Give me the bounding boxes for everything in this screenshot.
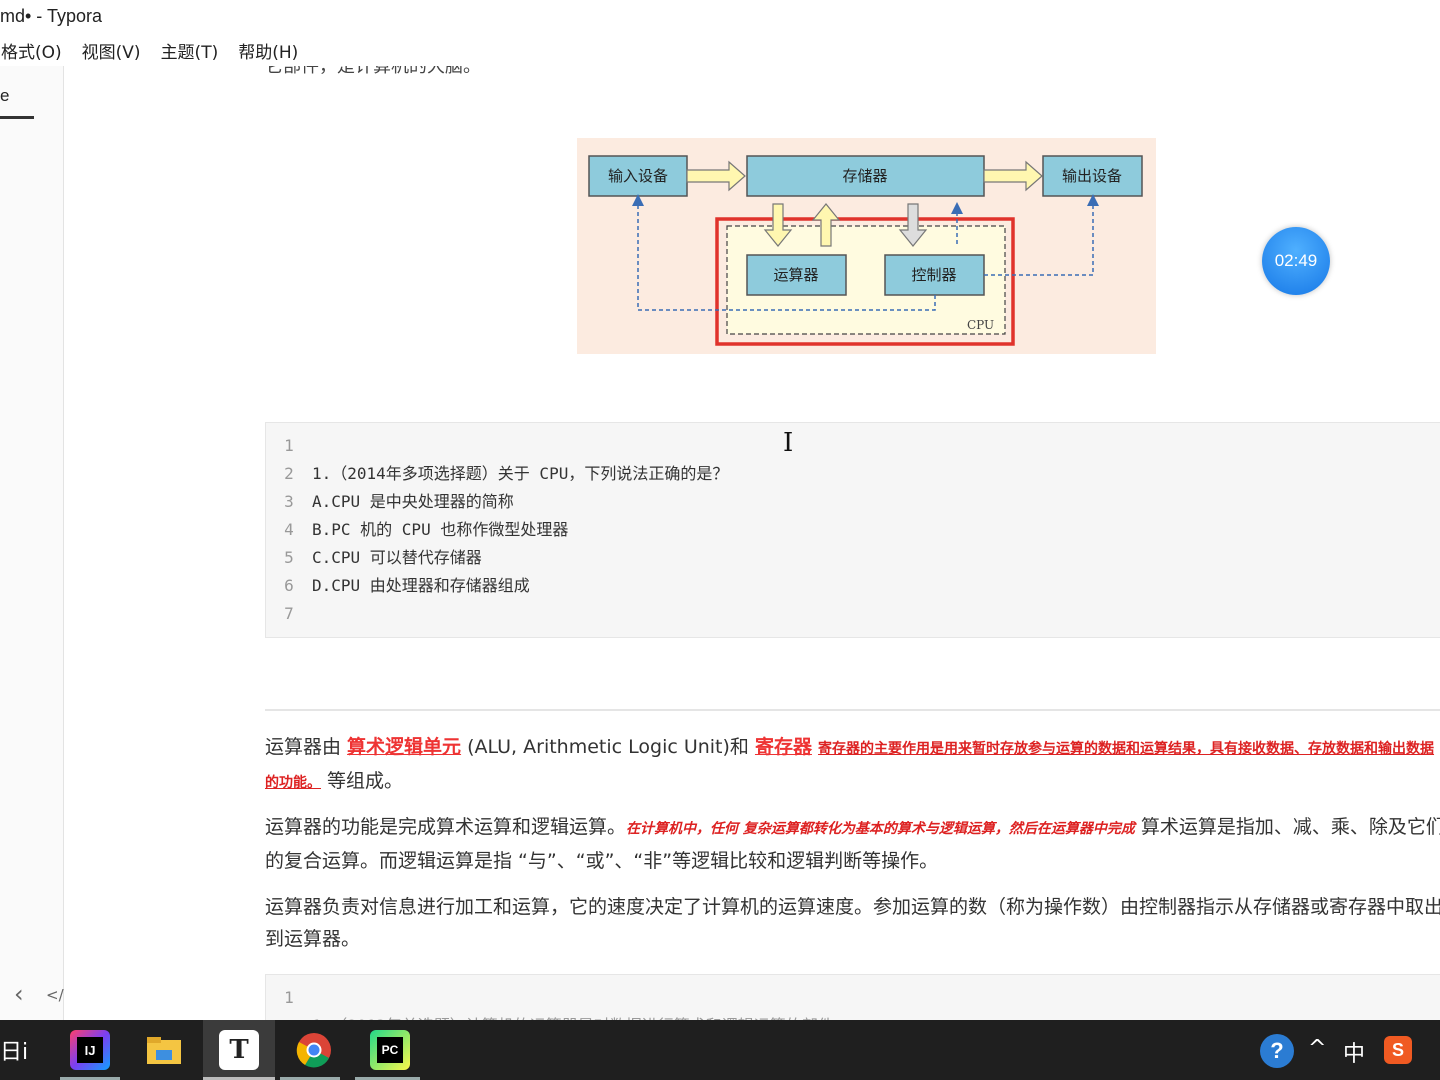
title-bar: md• - Typora bbox=[0, 0, 1440, 36]
typora-icon[interactable]: T bbox=[219, 1030, 259, 1070]
paragraph-alu-speed[interactable]: 运算器负责对信息进行加工和运算，它的速度决定了计算机的运算速度。参加运算的数（称… bbox=[265, 891, 1440, 955]
back-icon[interactable]: ‹ bbox=[14, 980, 24, 1008]
highlight-alu: 算术逻辑单元 bbox=[347, 736, 462, 758]
chrome-icon[interactable] bbox=[294, 1030, 334, 1070]
memory-label: 存储器 bbox=[842, 167, 887, 185]
line-number: 1 bbox=[284, 436, 294, 455]
ime-indicator[interactable]: 中 bbox=[1343, 1036, 1365, 1068]
text-cursor-icon: I bbox=[783, 428, 794, 458]
code-line: 1 bbox=[266, 432, 1440, 460]
computer-architecture-diagram: 输入设备 存储器 输出设备 CPU 运算器 控制器 bbox=[577, 138, 1156, 354]
code-line: 2 1.（2014年多项选择题）关于 CPU，下列说法正确的是？ bbox=[266, 460, 1440, 488]
menu-help[interactable]: 帮助(H) bbox=[237, 38, 299, 64]
code-line: 6 D.CPU 由处理器和存储器组成 bbox=[266, 572, 1440, 600]
task-view-button[interactable]: 日i bbox=[0, 1034, 28, 1066]
code-line: 1.（2013年单选题）计算机的运算器是对数据进行算术和逻辑运算的部件。 bbox=[266, 1012, 1440, 1020]
code-line: 4 B.PC 机的 CPU 也称作微型处理器 bbox=[266, 516, 1440, 544]
chevron-up-icon[interactable]: ^ bbox=[1308, 1036, 1326, 1061]
intellij-icon[interactable]: IJ bbox=[70, 1030, 110, 1070]
code-line: 5 C.CPU 可以替代存储器 bbox=[266, 544, 1440, 572]
annotation-operations: 在计算机中，任何 复杂运算都转化为基本的算术与逻辑运算，然后在运算器中完成 bbox=[626, 821, 1135, 837]
help-tray-icon[interactable]: ? bbox=[1260, 1034, 1294, 1068]
input-device-label: 输入设备 bbox=[608, 167, 668, 185]
file-explorer-icon[interactable] bbox=[144, 1030, 184, 1070]
line-number: 5 bbox=[284, 548, 294, 567]
horizontal-rule bbox=[265, 709, 1440, 711]
code-block-question[interactable]: 1 2 1.（2014年多项选择题）关于 CPU，下列说法正确的是？ 3 A.CPU… bbox=[265, 422, 1440, 638]
menu-view[interactable]: 视图(V) bbox=[81, 38, 142, 64]
sidebar-tab-indicator bbox=[0, 116, 34, 119]
code-line: 1 bbox=[266, 984, 1440, 1012]
sidebar: e ‹ </> bbox=[0, 66, 76, 1020]
paragraph-alu-function[interactable]: 运算器的功能是完成算术运算和逻辑运算。在计算机中，任何 复杂运算都转化为基本的算… bbox=[265, 811, 1440, 877]
cpu-label: CPU bbox=[967, 318, 994, 332]
line-number: 4 bbox=[284, 520, 294, 539]
code-block-question-2[interactable]: 1 1.（2013年单选题）计算机的运算器是对数据进行算术和逻辑运算的部件。 bbox=[265, 974, 1440, 1020]
window-title: md• - Typora bbox=[0, 6, 103, 26]
line-number: 3 bbox=[284, 492, 294, 511]
line-number: 6 bbox=[284, 576, 294, 595]
code-line: 7 bbox=[266, 600, 1440, 628]
sogou-icon[interactable]: S bbox=[1384, 1036, 1412, 1064]
menu-theme[interactable]: 主题(T) bbox=[160, 38, 220, 64]
code-line: 3 A.CPU 是中央处理器的简称 bbox=[266, 488, 1440, 516]
line-number: 2 bbox=[284, 464, 294, 483]
alu-label: 运算器 bbox=[773, 266, 818, 284]
controller-label: 控制器 bbox=[911, 266, 956, 284]
line-number: 7 bbox=[284, 604, 294, 623]
pycharm-icon[interactable]: PC bbox=[370, 1030, 410, 1070]
partial-text: 它部件，是计算机的大脑。 bbox=[265, 66, 481, 77]
editor-content[interactable]: 它部件，是计算机的大脑。 输入设备 存储器 输出设备 CPU 运算器 控制器 1… bbox=[65, 66, 1440, 1020]
highlight-register: 寄存器 bbox=[754, 736, 812, 758]
paragraph-alu-composition[interactable]: 运算器由 算术逻辑单元 (ALU, Arithmetic Logic Unit)… bbox=[265, 731, 1440, 799]
line-number: 1 bbox=[284, 988, 294, 1007]
menu-format[interactable]: 格式(O) bbox=[0, 38, 63, 64]
sidebar-tab[interactable]: e bbox=[0, 86, 9, 106]
output-device-label: 输出设备 bbox=[1062, 167, 1122, 185]
recording-timer[interactable]: 02:49 bbox=[1262, 227, 1330, 295]
menu-bar: 格式(O) 视图(V) 主题(T) 帮助(H) bbox=[0, 38, 299, 64]
